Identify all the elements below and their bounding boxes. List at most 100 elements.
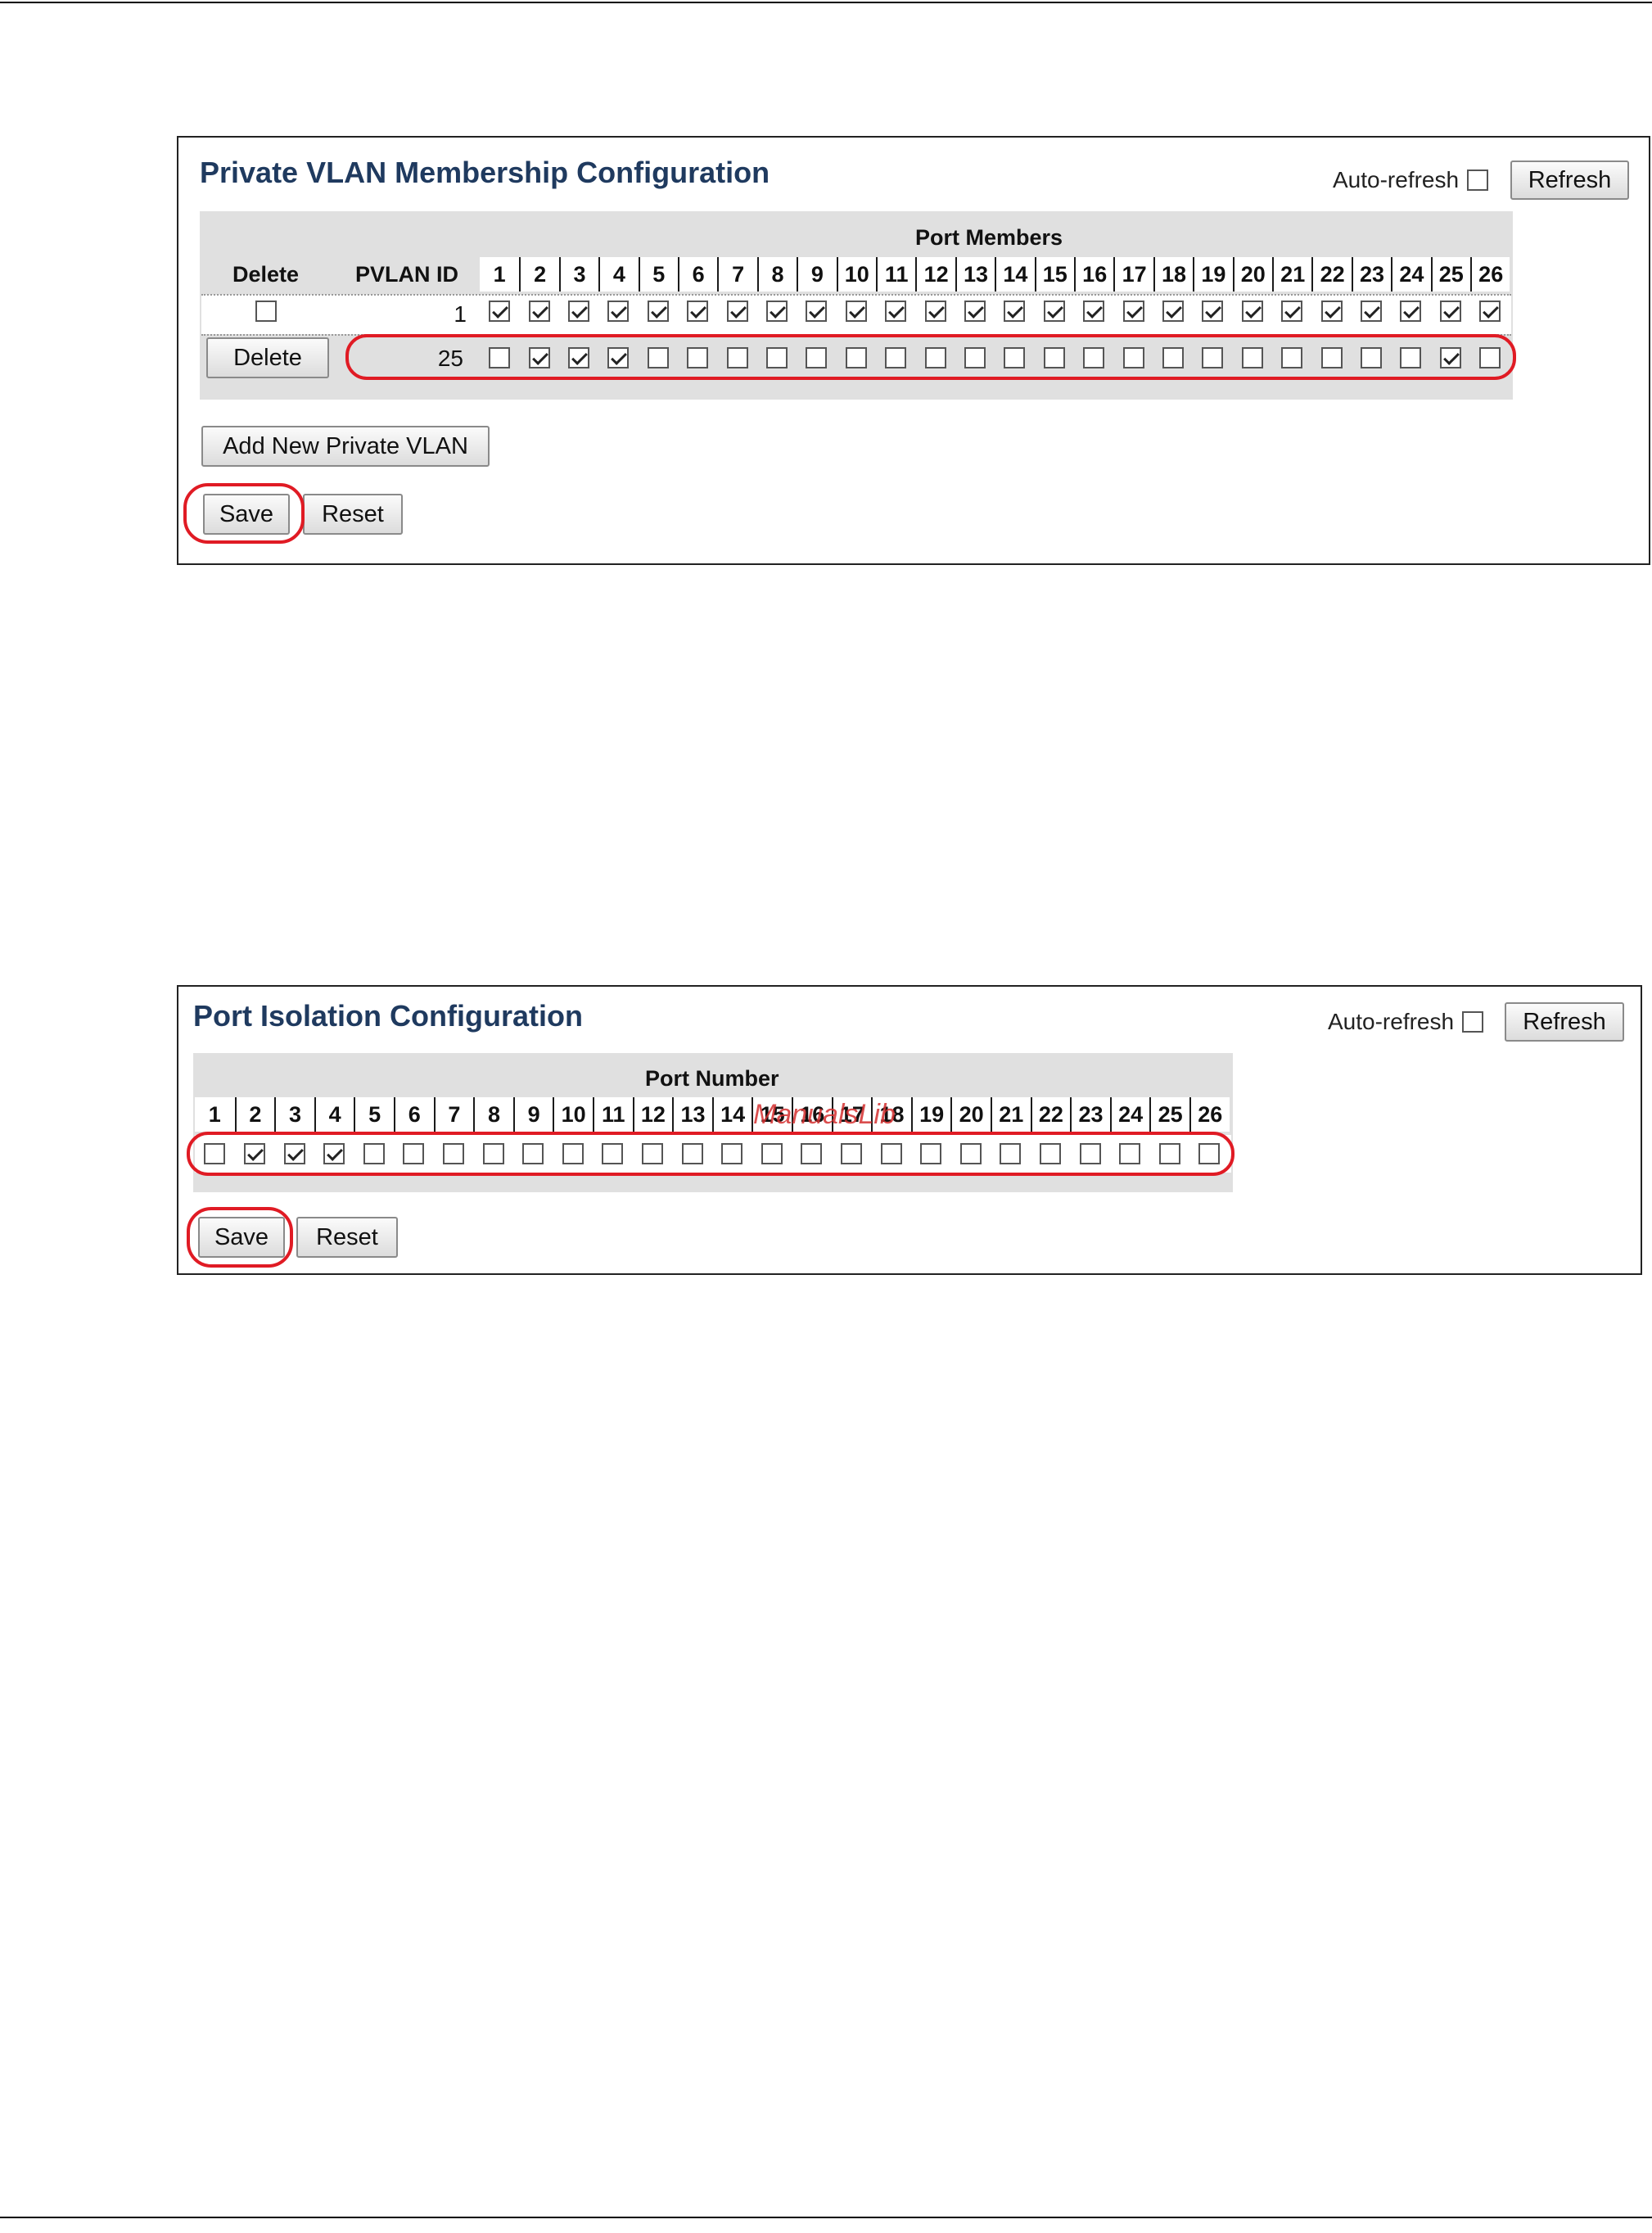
isolation-port-21-checkbox[interactable] <box>1000 1143 1022 1164</box>
isolation-port-3-checkbox[interactable] <box>283 1143 305 1164</box>
pvlan-row-1-port-22-checkbox[interactable] <box>1320 301 1343 322</box>
isolation-port-16-checkbox[interactable] <box>801 1143 823 1164</box>
isolation-port-6-checkbox[interactable] <box>403 1143 425 1164</box>
pvlan-row-2-port-22-checkbox[interactable] <box>1320 347 1343 368</box>
pvlan-row-2-port-2-checkbox[interactable] <box>528 347 550 368</box>
isolation-port-7-checkbox[interactable] <box>442 1143 464 1164</box>
isolation-port-24-checkbox[interactable] <box>1119 1143 1141 1164</box>
pvlan-row-2-port-5-checkbox[interactable] <box>647 347 669 368</box>
pvlan-row-2-port-9-checkbox[interactable] <box>806 347 828 368</box>
pvlan-row-1-port-2-checkbox[interactable] <box>528 301 550 322</box>
pvlan-row-1-port-18-checkbox[interactable] <box>1162 301 1184 322</box>
pvlan-row-1-port-11-checkbox[interactable] <box>885 301 907 322</box>
pvlan-row-1-port-13-checkbox[interactable] <box>964 301 986 322</box>
pvlan-row-2-port-3-checkbox[interactable] <box>568 347 589 368</box>
isolation-port-25-checkbox[interactable] <box>1158 1143 1180 1164</box>
pvlan-row-2-port-16-checkbox[interactable] <box>1083 347 1105 368</box>
isolation-port-header-2: 2 <box>234 1097 275 1132</box>
isolation-port-4-checkbox[interactable] <box>323 1143 345 1164</box>
isolation-port-header-4: 4 <box>314 1097 354 1132</box>
isolation-save-button[interactable]: Save <box>198 1217 285 1258</box>
pvlan-row-1-port-8-checkbox[interactable] <box>766 301 788 322</box>
pvlan-row-2-delete-button[interactable]: Delete <box>206 337 329 378</box>
pvlan-row-1-port-24-checkbox[interactable] <box>1400 301 1422 322</box>
isolation-port-22-checkbox[interactable] <box>1039 1143 1061 1164</box>
pvlan-row-1-port-25-checkbox[interactable] <box>1439 301 1461 322</box>
pvlan-row-2-port-6-checkbox[interactable] <box>687 347 709 368</box>
pvlan-row-1-port-14-checkbox[interactable] <box>1004 301 1026 322</box>
pvlan-row-1-port-3-checkbox[interactable] <box>568 301 589 322</box>
pvlan-port-header-7: 7 <box>717 257 757 292</box>
pvlan-row-1-port-20-checkbox[interactable] <box>1241 301 1263 322</box>
isolation-port-header-8: 8 <box>473 1097 513 1132</box>
isolation-auto-refresh-checkbox[interactable] <box>1462 1011 1484 1033</box>
pvlan-row-1-delete-checkbox[interactable] <box>255 301 277 322</box>
pvlan-row-1-port-5-checkbox[interactable] <box>647 301 669 322</box>
isolation-port-11-checkbox[interactable] <box>602 1143 624 1164</box>
pvlan-row-1-port-21-checkbox[interactable] <box>1281 301 1303 322</box>
pvlan-row-2-port-25-checkbox[interactable] <box>1439 347 1461 368</box>
isolation-port-12-checkbox[interactable] <box>641 1143 663 1164</box>
pvlan-row-1-port-26-checkbox[interactable] <box>1479 301 1501 322</box>
isolation-port-13-checkbox[interactable] <box>681 1143 703 1164</box>
pvlan-row-2-port-12-checkbox[interactable] <box>924 347 946 368</box>
isolation-port-5-checkbox[interactable] <box>363 1143 385 1164</box>
isolation-reset-button[interactable]: Reset <box>296 1217 398 1258</box>
isolation-port-10-checkbox[interactable] <box>562 1143 584 1164</box>
pvlan-row-1-port-7-checkbox[interactable] <box>726 301 748 322</box>
pvlan-port-header-19: 19 <box>1193 257 1233 292</box>
isolation-port-8-checkbox[interactable] <box>482 1143 504 1164</box>
pvlan-row-2-port-19-checkbox[interactable] <box>1202 347 1224 368</box>
pvlan-port-header-3: 3 <box>558 257 599 292</box>
pvlan-row-2-port-18-checkbox[interactable] <box>1162 347 1184 368</box>
pvlan-row-1-port-15-checkbox[interactable] <box>1043 301 1065 322</box>
isolation-port-23-checkbox[interactable] <box>1079 1143 1101 1164</box>
isolation-header-port-number: Port Number <box>645 1066 779 1091</box>
pvlan-save-button[interactable]: Save <box>203 494 290 535</box>
pvlan-row-2-port-10-checkbox[interactable] <box>845 347 867 368</box>
isolation-port-1-checkbox[interactable] <box>204 1143 226 1164</box>
pvlan-reset-button[interactable]: Reset <box>303 494 403 535</box>
isolation-port-2-checkbox[interactable] <box>243 1143 265 1164</box>
pvlan-row-1-port-6-checkbox[interactable] <box>687 301 709 322</box>
pvlan-row-2-port-13-checkbox[interactable] <box>964 347 986 368</box>
pvlan-row-2-port-14-checkbox[interactable] <box>1004 347 1026 368</box>
pvlan-row-1-port-4-checkbox[interactable] <box>607 301 630 322</box>
pvlan-row-2-port-17-checkbox[interactable] <box>1122 347 1144 368</box>
pvlan-row-1-port-12-checkbox[interactable] <box>924 301 946 322</box>
isolation-port-9-checkbox[interactable] <box>522 1143 544 1164</box>
isolation-port-19-checkbox[interactable] <box>920 1143 942 1164</box>
pvlan-row-1-port-10-checkbox[interactable] <box>845 301 867 322</box>
pvlan-row-1-port-1-checkbox[interactable] <box>489 301 511 322</box>
pvlan-row-1-port-9-checkbox[interactable] <box>806 301 828 322</box>
pvlan-refresh-button[interactable]: Refresh <box>1510 160 1629 200</box>
pvlan-row-1-port-19-checkbox[interactable] <box>1202 301 1224 322</box>
isolation-row <box>195 1135 1231 1173</box>
isolation-port-20-checkbox[interactable] <box>959 1143 982 1164</box>
pvlan-row-2-port-23-checkbox[interactable] <box>1361 347 1382 368</box>
pvlan-row-2-port-24-checkbox[interactable] <box>1400 347 1422 368</box>
pvlan-row-2-port-11-checkbox[interactable] <box>885 347 907 368</box>
pvlan-port-header-14: 14 <box>995 257 1035 292</box>
pvlan-row-2-port-8-checkbox[interactable] <box>766 347 788 368</box>
pvlan-row-2-port-1-checkbox[interactable] <box>489 347 511 368</box>
pvlan-row-2-port-20-checkbox[interactable] <box>1241 347 1263 368</box>
isolation-port-26-checkbox[interactable] <box>1198 1143 1221 1164</box>
pvlan-header-port-members: Port Members <box>915 225 1063 250</box>
pvlan-row-1-port-16-checkbox[interactable] <box>1083 301 1105 322</box>
pvlan-row-2-port-21-checkbox[interactable] <box>1281 347 1303 368</box>
add-new-private-vlan-button[interactable]: Add New Private VLAN <box>201 426 490 467</box>
isolation-port-18-checkbox[interactable] <box>880 1143 902 1164</box>
pvlan-row-1-port-23-checkbox[interactable] <box>1361 301 1382 322</box>
isolation-port-17-checkbox[interactable] <box>840 1143 862 1164</box>
pvlan-row-2-port-26-checkbox[interactable] <box>1479 347 1501 368</box>
pvlan-row-2-port-15-checkbox[interactable] <box>1043 347 1065 368</box>
isolation-port-15-checkbox[interactable] <box>761 1143 783 1164</box>
isolation-refresh-button[interactable]: Refresh <box>1505 1002 1624 1042</box>
pvlan-row-2-port-7-checkbox[interactable] <box>726 347 748 368</box>
isolation-port-14-checkbox[interactable] <box>721 1143 743 1164</box>
pvlan-auto-refresh-checkbox[interactable] <box>1467 170 1489 191</box>
pvlan-port-header-5: 5 <box>638 257 678 292</box>
pvlan-row-1-port-17-checkbox[interactable] <box>1122 301 1144 322</box>
pvlan-row-2-port-4-checkbox[interactable] <box>607 347 630 368</box>
